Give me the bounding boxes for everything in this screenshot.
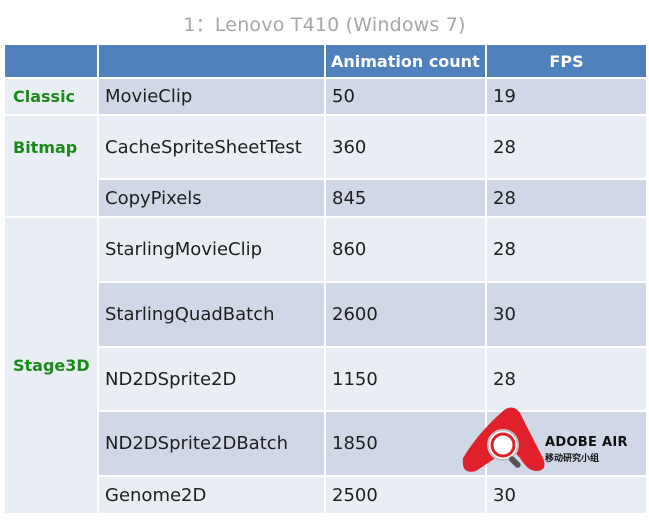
row-name: StarlingQuadBatch [97,281,326,348]
row-name: CopyPixels [97,178,326,218]
group-classic: Classic [3,77,99,116]
row-fps: 28 [485,346,648,412]
row-fps: 28 [485,114,648,180]
table-row: Bitmap CacheSpriteSheetTest 360 28 [3,114,648,218]
header-name-cell [97,43,326,79]
row-name: ND2DSprite2DBatch [97,410,326,477]
slide-title: 1：Lenovo T410 (Windows 7) [183,14,466,36]
row-fps: 19 [485,77,648,116]
table-row: Classic MovieClip 50 19 [3,77,648,116]
row-fps: 28 [485,178,648,218]
row-count: 360 [324,114,487,180]
header-animation-count: Animation count [324,43,487,79]
header-group-cell [3,43,99,79]
row-count: 2500 [324,475,487,515]
row-fps: 28 [485,216,648,283]
table-row: ND2DSprite2D 1150 28 [4,346,648,412]
table-header-row: Animation count FPS [3,43,648,79]
row-name: StarlingMovieClip [97,216,326,283]
row-count: 845 [324,178,487,218]
table-row: Genome2D 2500 30 [4,475,648,515]
table-row: StarlingQuadBatch 2600 30 [4,281,648,348]
table-row: Stage3D StarlingMovieClip 860 28 [3,216,648,515]
row-name: Genome2D [97,475,326,515]
row-fps: 30 [485,281,648,348]
table-row: CopyPixels 845 28 [4,178,648,218]
row-count: 860 [324,216,487,283]
row-name: CacheSpriteSheetTest [97,114,326,180]
row-count: 50 [324,77,487,116]
logo-text: ADOBE AIR [545,435,628,450]
row-fps: 30 [485,475,648,515]
logo-subtitle: 移动研究小组 [545,454,600,464]
row-count: 1150 [324,346,487,412]
row-name: MovieClip [97,77,326,116]
row-name: ND2DSprite2D [97,346,326,412]
group-stage3d: Stage3D [3,216,99,515]
group-bitmap: Bitmap [3,114,99,218]
row-count: 2600 [324,281,487,348]
header-fps: FPS [485,43,648,79]
